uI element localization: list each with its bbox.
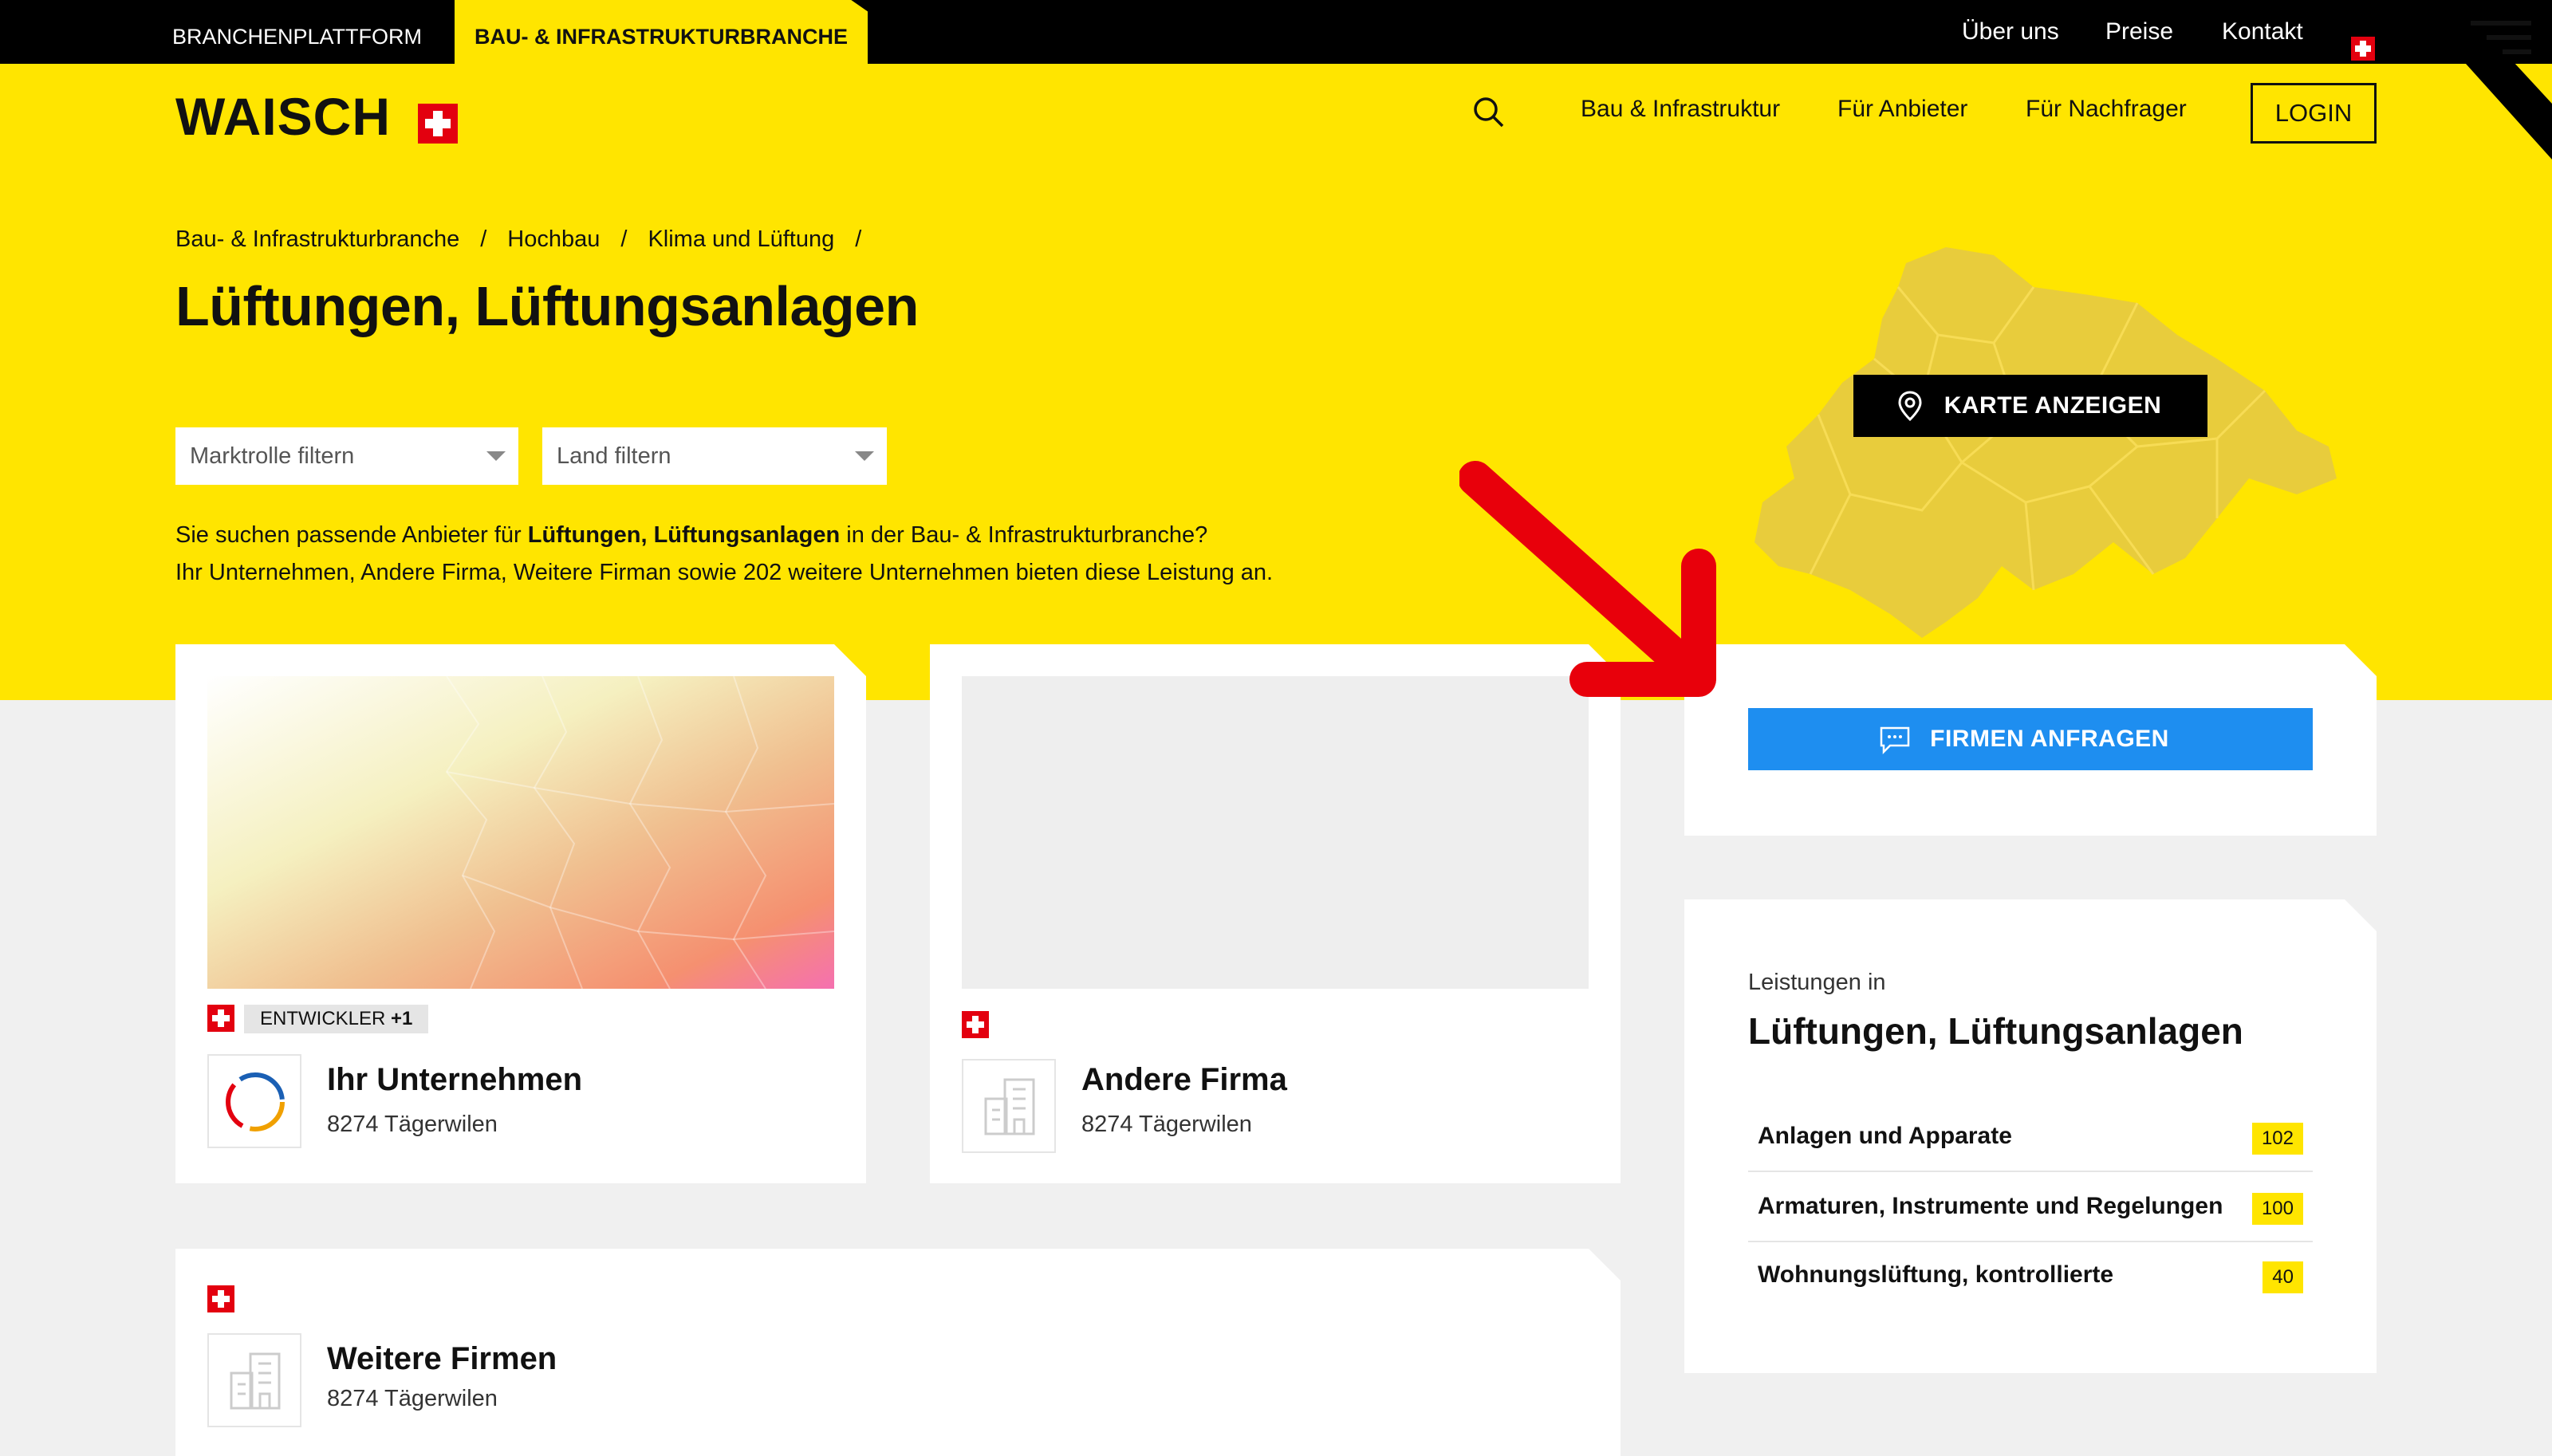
role-badge-extra: +1 (391, 1008, 413, 1029)
service-count-badge: 102 (2251, 1123, 2303, 1155)
link-preise[interactable]: Preise (2105, 0, 2173, 64)
role-badge-label: ENTWICKLER (260, 1008, 386, 1029)
breadcrumb-item[interactable]: Bau- & Infrastrukturbranche (175, 226, 459, 252)
company-cover-placeholder (962, 676, 1589, 989)
company-name[interactable]: Ihr Unternehmen (327, 1062, 582, 1098)
service-label: Wohnungslüftung, kontrollierte (1758, 1261, 2114, 1288)
breadcrumb-separator: / (480, 226, 487, 252)
chat-icon (1880, 726, 1910, 754)
role-badge: ENTWICKLER +1 (244, 1005, 428, 1033)
intro-text-part: in der Bau- & Infrastrukturbranche? (840, 522, 1208, 548)
breadcrumb-item[interactable]: Hochbau (507, 226, 600, 252)
red-arrow-annotation (1459, 461, 1716, 697)
logo-text: WAISCH (175, 87, 391, 146)
intro-text-line2: Ihr Unternehmen, Andere Firma, Weitere F… (175, 560, 1274, 585)
company-card[interactable]: Weitere Firmen 8274 Tägerwilen (175, 1249, 1621, 1456)
marktrolle-filter-placeholder: Marktrolle filtern (190, 443, 355, 469)
swiss-flag-icon[interactable] (2351, 37, 2375, 61)
breadcrumb-item[interactable]: Klima und Lüftung (648, 226, 834, 252)
company-name[interactable]: Weitere Firmen (327, 1341, 557, 1377)
services-label: Leistungen in (1748, 970, 1886, 995)
nav-fuer-nachfrager[interactable]: Für Nachfrager (2026, 96, 2187, 123)
company-logo (962, 1059, 1056, 1153)
service-count-badge: 40 (2263, 1261, 2303, 1293)
logo-swiss-cross-icon (418, 104, 459, 144)
land-filter-select[interactable]: Land filtern (542, 427, 887, 485)
company-cover-image (207, 676, 834, 989)
company-logo (207, 1333, 301, 1427)
search-icon[interactable] (1472, 96, 1506, 129)
hamburger-menu-icon[interactable] (2471, 18, 2534, 59)
link-kontakt[interactable]: Kontakt (2222, 0, 2303, 64)
company-address: 8274 Tägerwilen (1081, 1112, 1252, 1137)
intro-text: Sie suchen passende Anbieter für Lüftung… (175, 517, 1273, 592)
intro-text-part: Sie suchen passende Anbieter für (175, 522, 528, 548)
breadcrumb-separator: / (855, 226, 862, 252)
chevron-down-icon (486, 451, 506, 461)
company-logo-icon (223, 1070, 287, 1134)
company-address: 8274 Tägerwilen (327, 1386, 498, 1411)
company-card[interactable]: Andere Firma 8274 Tägerwilen (930, 644, 1621, 1183)
link-ueber-uns[interactable]: Über uns (1962, 0, 2059, 64)
services-title: Lüftungen, Lüftungsanlagen (1748, 1010, 2243, 1052)
service-label: Armaturen, Instrumente und Regelungen (1758, 1193, 2223, 1219)
service-row[interactable]: Wohnungslüftung, kontrollierte 40 (1748, 1241, 2313, 1309)
company-address: 8274 Tägerwilen (327, 1112, 498, 1137)
tab-branchenplattform[interactable]: BRANCHENPLATTFORM (172, 0, 422, 64)
logo[interactable]: WAISCH (175, 86, 391, 146)
login-button[interactable]: LOGIN (2251, 83, 2377, 144)
breadcrumb-separator: / (620, 226, 628, 252)
service-label: Anlagen und Apparate (1758, 1123, 2012, 1149)
company-logo (207, 1054, 301, 1148)
service-row[interactable]: Anlagen und Apparate 102 (1748, 1102, 2313, 1172)
tab-bau-infrastruktur[interactable]: BAU- & INFRASTRUKTURBRANCHE (455, 0, 868, 64)
show-map-label: KARTE ANZEIGEN (1944, 392, 2162, 419)
company-name[interactable]: Andere Firma (1081, 1062, 1287, 1098)
breadcrumb: Bau- & Infrastrukturbranche / Hochbau / Klim… (175, 226, 882, 253)
service-row[interactable]: Armaturen, Instrumente und Regelungen 10… (1748, 1172, 2313, 1242)
map-pin-icon (1898, 391, 1922, 421)
intro-text-bold: Lüftungen, Lüftungsanlagen (527, 522, 841, 548)
switzerland-map-illustration (1754, 247, 2337, 638)
service-count-badge: 100 (2251, 1193, 2303, 1225)
request-companies-label: FIRMEN ANFRAGEN (1930, 726, 2169, 752)
company-card[interactable]: ENTWICKLER +1 Ihr Unternehmen 8274 Täger… (175, 644, 866, 1183)
building-icon (226, 1349, 286, 1413)
land-filter-placeholder: Land filtern (557, 443, 671, 469)
page-title: Lüftungen, Lüftungsanlagen (175, 275, 919, 337)
swiss-flag-icon (207, 1285, 234, 1312)
chevron-down-icon (855, 451, 874, 461)
show-map-button[interactable]: KARTE ANZEIGEN (1853, 375, 2207, 437)
swiss-flag-icon (207, 1005, 234, 1032)
nav-bau-infrastruktur[interactable]: Bau & Infrastruktur (1581, 96, 1780, 123)
marktrolle-filter-select[interactable]: Marktrolle filtern (175, 427, 518, 485)
request-companies-button[interactable]: FIRMEN ANFRAGEN (1748, 708, 2313, 770)
building-icon (981, 1075, 1040, 1139)
swiss-flag-icon (962, 1011, 989, 1038)
nav-fuer-anbieter[interactable]: Für Anbieter (1837, 96, 1967, 123)
